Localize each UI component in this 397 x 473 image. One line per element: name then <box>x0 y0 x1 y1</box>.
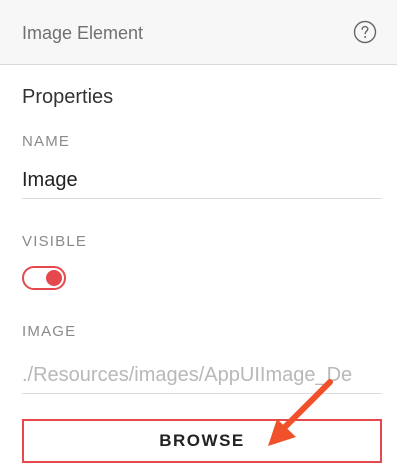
panel-header: Image Element <box>0 0 397 65</box>
name-label: NAME <box>22 133 71 150</box>
visible-toggle[interactable] <box>22 266 66 290</box>
name-field[interactable]: Image <box>22 168 382 199</box>
browse-button[interactable]: BROWSE <box>22 419 382 463</box>
panel-title: Image Element <box>22 23 144 43</box>
image-path-field[interactable]: ./Resources/images/AppUIImage_De <box>22 363 382 394</box>
properties-heading: Properties <box>22 86 114 108</box>
help-circle-icon[interactable] <box>353 20 377 44</box>
image-label: IMAGE <box>22 323 77 340</box>
toggle-knob <box>46 270 62 286</box>
visible-label: VISIBLE <box>22 233 88 250</box>
image-element-panel: Image Element Properties NAME Image VISI… <box>0 0 397 473</box>
